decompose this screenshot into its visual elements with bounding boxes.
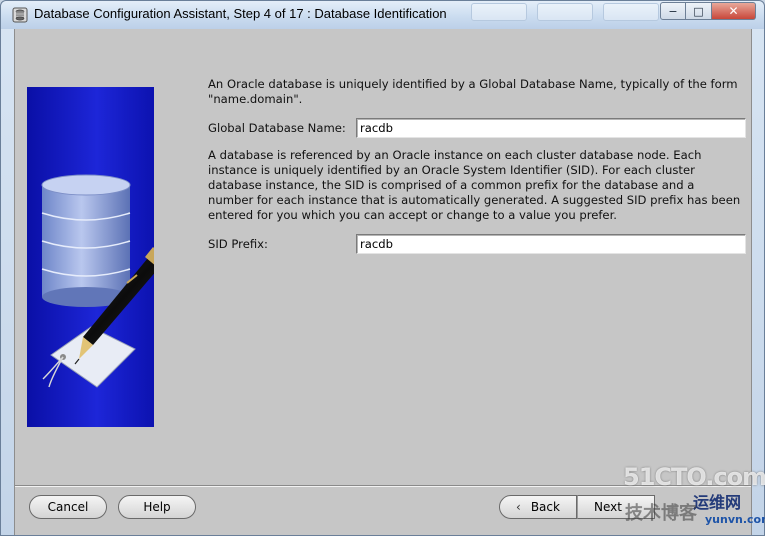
- sid-prefix-label: SID Prefix:: [208, 237, 268, 251]
- database-app-icon: [12, 7, 28, 23]
- background-tab: [537, 3, 593, 21]
- dbca-window: Database Configuration Assistant, Step 4…: [0, 0, 765, 536]
- minimize-icon: −: [668, 4, 678, 18]
- back-button[interactable]: ‹ Back: [499, 495, 577, 519]
- next-button-label: Next: [594, 500, 622, 514]
- background-tab: [471, 3, 527, 21]
- wizard-banner-image: [27, 87, 154, 427]
- navigation-button-group: ‹ Back Next: [499, 495, 739, 519]
- back-button-label: Back: [530, 500, 560, 514]
- next-button[interactable]: Next: [577, 495, 655, 519]
- sid-description-text: A database is referenced by an Oracle in…: [208, 148, 741, 222]
- dialog-client-area: An Oracle database is uniquely identifie…: [14, 29, 752, 535]
- title-bar[interactable]: Database Configuration Assistant, Step 4…: [1, 1, 764, 29]
- global-database-name-input[interactable]: [356, 118, 746, 138]
- help-button[interactable]: Help: [118, 495, 196, 519]
- close-icon: ✕: [728, 4, 739, 18]
- close-button[interactable]: ✕: [712, 2, 756, 20]
- chevron-left-icon: ‹: [516, 500, 521, 514]
- cancel-button-label: Cancel: [47, 500, 89, 514]
- database-pen-illustration: [41, 174, 154, 388]
- cancel-button[interactable]: Cancel: [29, 495, 107, 519]
- minimize-button[interactable]: −: [660, 2, 686, 20]
- help-button-label: Help: [143, 500, 171, 514]
- button-bar-separator: [15, 485, 751, 487]
- window-title: Database Configuration Assistant, Step 4…: [34, 6, 447, 21]
- global-database-name-label: Global Database Name:: [208, 121, 346, 135]
- background-tab: [603, 3, 659, 21]
- window-controls: − □ ✕: [660, 2, 756, 22]
- intro-text: An Oracle database is uniquely identifie…: [208, 77, 738, 106]
- maximize-button[interactable]: □: [686, 2, 712, 20]
- maximize-icon: □: [693, 4, 704, 18]
- sid-prefix-input[interactable]: [356, 234, 746, 254]
